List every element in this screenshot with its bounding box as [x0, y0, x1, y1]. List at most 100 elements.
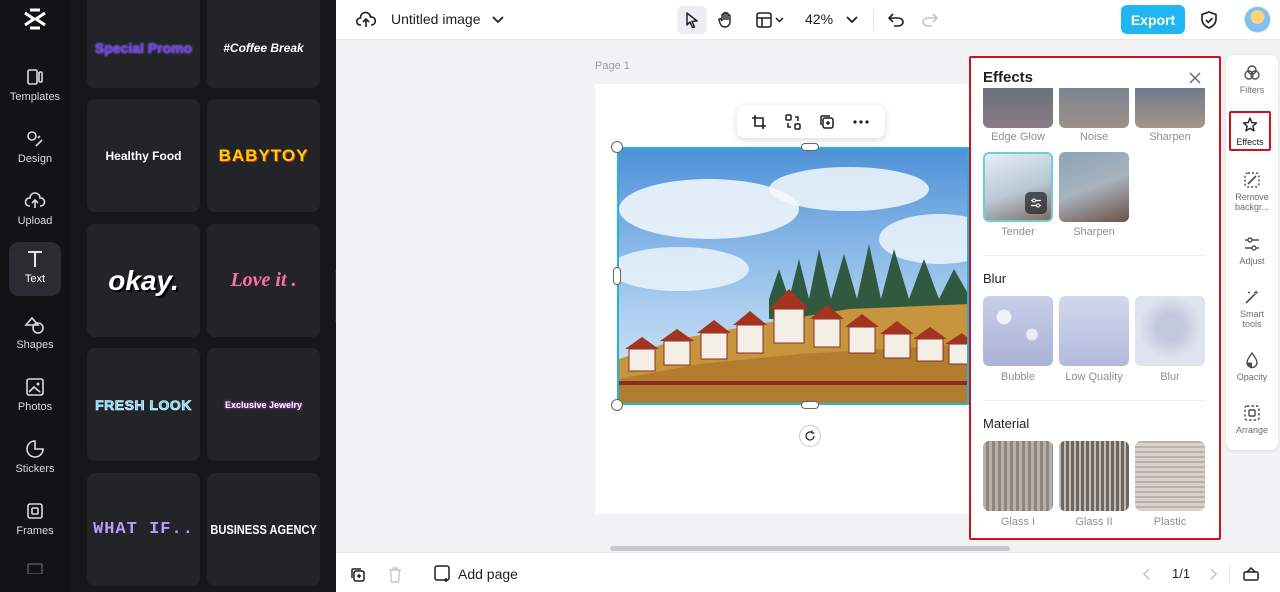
template-tile-coffee-break[interactable]: #Coffee Break [207, 0, 320, 88]
effect-thumb-edge-glow[interactable] [983, 88, 1053, 128]
template-tile-special-promo[interactable]: Special Promo [87, 0, 200, 88]
prev-page-icon[interactable] [1139, 567, 1153, 581]
resize-handle-bottom-left[interactable] [611, 399, 623, 411]
rail-label: Templates [9, 91, 61, 103]
redo-icon[interactable] [919, 9, 941, 31]
cloud-save-icon[interactable] [355, 9, 377, 31]
template-tile-what-if[interactable]: WHAT IF.. [87, 473, 200, 586]
tool-arrange[interactable]: Arrange [1226, 404, 1278, 435]
resize-handle-top-left[interactable] [611, 141, 623, 153]
more-icon[interactable] [26, 560, 44, 574]
chevron-down-icon[interactable] [490, 12, 506, 28]
duplicate-icon[interactable] [817, 112, 837, 132]
crop-icon[interactable] [749, 112, 769, 132]
pointer-icon [686, 12, 698, 28]
avatar[interactable] [1244, 6, 1271, 33]
add-page-icon [434, 565, 450, 582]
rail-label: Stickers [15, 463, 55, 475]
template-text: Exclusive Jewelry [224, 399, 303, 410]
rotate-handle[interactable] [799, 425, 821, 447]
image-floating-toolbar [737, 105, 885, 138]
effect-thumb-low-quality[interactable] [1059, 296, 1129, 366]
rail-item-stickers[interactable]: Stickers [9, 432, 61, 486]
effect-label: Low Quality [1065, 371, 1123, 383]
template-text: BUSINESS AGENCY [210, 522, 317, 537]
tool-opacity[interactable]: Opacity [1226, 351, 1278, 382]
select-tool-button[interactable] [677, 6, 707, 34]
capcut-logo[interactable] [22, 6, 48, 32]
export-button[interactable]: Export [1121, 5, 1185, 34]
hand-tool-button[interactable] [714, 8, 738, 32]
rail-item-text[interactable]: Text [9, 242, 61, 296]
template-text: BABYTOY [218, 145, 309, 165]
effects-panel-title: Effects [983, 69, 1034, 86]
add-page-button[interactable]: Add page [434, 565, 518, 583]
effect-thumb-sharpen[interactable] [1059, 152, 1129, 222]
layout-menu-button[interactable] [752, 8, 788, 32]
next-page-icon[interactable] [1207, 567, 1221, 581]
duplicate-page-icon[interactable] [349, 566, 367, 584]
rail-item-design[interactable]: Design [9, 122, 61, 176]
tool-remove-background[interactable]: Remove backgr... [1226, 171, 1278, 212]
rail-item-templates[interactable]: Templates [9, 60, 61, 114]
tool-smart-tools[interactable]: Smart tools [1226, 288, 1278, 329]
replace-image-icon[interactable] [783, 112, 803, 132]
delete-page-icon[interactable] [386, 566, 404, 584]
template-tile-babytoy[interactable]: BABYTOY [207, 99, 320, 212]
tool-effects[interactable]: Effects [1229, 111, 1271, 151]
rail-label: Text [24, 273, 46, 285]
effect-thumb-tender[interactable] [983, 152, 1053, 222]
resize-handle-top[interactable] [801, 143, 819, 151]
tool-filters[interactable]: Filters [1226, 64, 1278, 95]
effect-label: Plastic [1153, 516, 1187, 528]
rail-item-photos[interactable]: Photos [9, 370, 61, 424]
tool-label: Arrange [1235, 425, 1269, 435]
effect-thumb-glass-ii[interactable] [1059, 441, 1129, 511]
template-tile-okay[interactable]: okay. [87, 224, 200, 337]
effect-thumb-bubble[interactable] [983, 296, 1053, 366]
effect-label: Sharpen [1149, 131, 1191, 143]
tool-label: Filters [1239, 85, 1265, 95]
effect-thumb-blur[interactable] [1135, 296, 1205, 366]
template-tile-healthy-food[interactable]: Healthy Food [87, 99, 200, 212]
template-text: FRESH LOOK [95, 396, 192, 413]
zoom-chevron-down-icon[interactable] [844, 12, 860, 28]
template-tile-business-agency[interactable]: BUSINESS AGENCY [207, 473, 320, 586]
close-icon[interactable] [1187, 70, 1203, 86]
selected-image[interactable] [617, 147, 969, 405]
effect-thumb-sharpen-top[interactable] [1135, 88, 1205, 128]
rail-item-frames[interactable]: Frames [9, 494, 61, 548]
effect-thumb-noise[interactable] [1059, 88, 1129, 128]
settings-sliders-icon[interactable] [1025, 192, 1047, 214]
template-text: WHAT IF.. [93, 520, 194, 539]
effect-thumb-glass-i[interactable] [983, 441, 1053, 511]
tool-label: Adjust [1239, 256, 1265, 266]
rail-item-upload[interactable]: Upload [9, 184, 61, 238]
resize-handle-bottom[interactable] [801, 401, 819, 409]
document-title[interactable]: Untitled image [391, 11, 481, 27]
remove-background-icon [1244, 172, 1260, 188]
template-tile-exclusive-jewelry[interactable]: Exclusive Jewelry [207, 348, 320, 461]
layers-panel-icon[interactable] [1242, 565, 1260, 583]
template-text: #Coffee Break [223, 41, 304, 55]
template-tile-fresh-look[interactable]: FRESH LOOK [87, 348, 200, 461]
more-options-icon[interactable] [851, 112, 871, 132]
effect-label: Blur [1160, 371, 1180, 383]
rail-item-shapes[interactable]: Shapes [9, 308, 61, 362]
frames-icon [27, 503, 43, 519]
stickers-icon [26, 440, 44, 458]
shield-icon[interactable] [1198, 9, 1220, 31]
template-tile-love-it[interactable]: Love it . [207, 224, 320, 337]
tool-label: Effects [1236, 137, 1264, 147]
effect-thumb-plastic[interactable] [1135, 441, 1205, 511]
rail-label: Design [17, 153, 53, 165]
resize-handle-left[interactable] [613, 267, 621, 285]
undo-icon[interactable] [885, 9, 907, 31]
zoom-level[interactable]: 42% [805, 11, 833, 27]
smart-tools-icon [1245, 290, 1259, 304]
template-text: Love it . [230, 269, 297, 291]
bottom-bar: Add page 1/1 [336, 552, 1280, 592]
tool-adjust[interactable]: Adjust [1226, 235, 1278, 266]
horizontal-scrollbar[interactable] [610, 546, 1010, 551]
page-label: Page 1 [595, 60, 630, 72]
